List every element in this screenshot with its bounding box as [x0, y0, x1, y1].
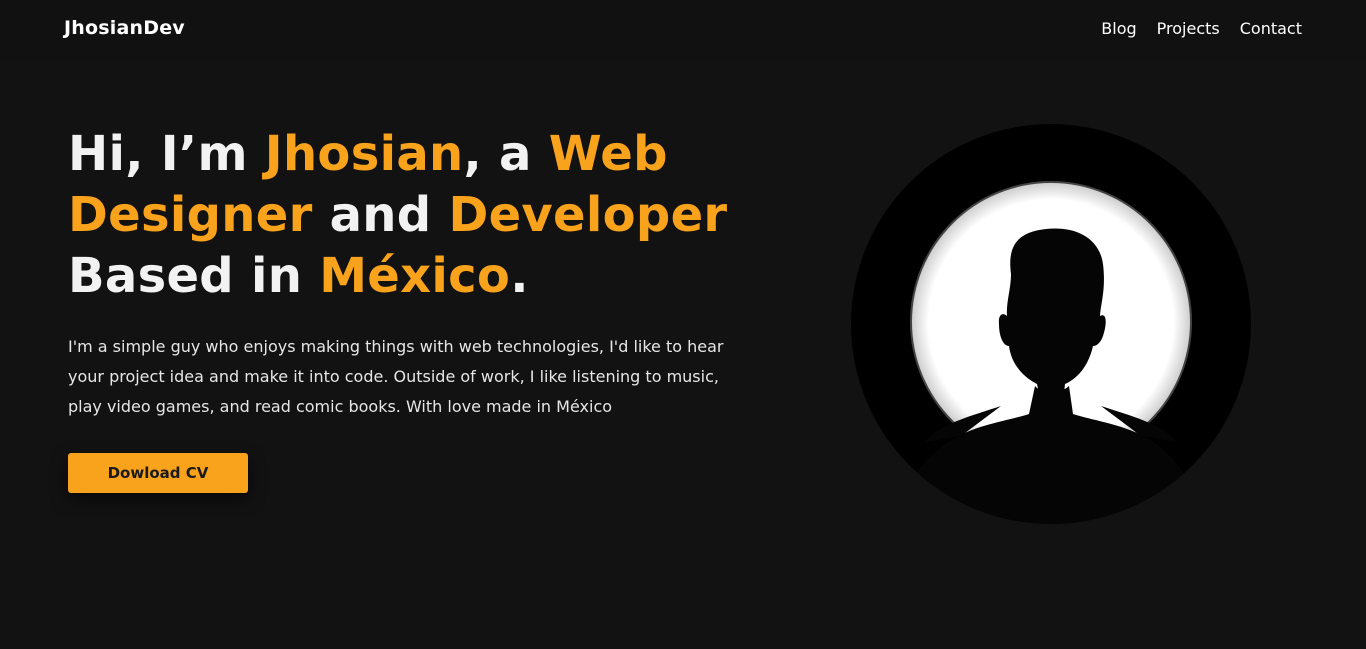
brand-logo[interactable]: JhosianDev: [64, 17, 185, 39]
headline-name: Jhosian: [264, 126, 464, 182]
nav-links: Blog Projects Contact: [1101, 19, 1302, 38]
nav-link-projects[interactable]: Projects: [1157, 19, 1220, 38]
headline-location: México: [319, 248, 511, 304]
headline-part: , a: [463, 126, 549, 182]
navbar: JhosianDev Blog Projects Contact: [0, 0, 1366, 60]
person-silhouette-icon: [851, 124, 1251, 524]
download-cv-button[interactable]: Dowload CV: [68, 453, 248, 493]
headline-role-developer: Developer: [448, 187, 728, 243]
profile-portrait: [851, 124, 1251, 524]
hero-bio: I'm a simple guy who enjoys making thing…: [68, 337, 724, 416]
nav-link-contact[interactable]: Contact: [1240, 19, 1302, 38]
headline-part: Hi, I’m: [68, 126, 265, 182]
headline-period: .: [510, 248, 529, 304]
nav-link-blog[interactable]: Blog: [1101, 19, 1136, 38]
hero-headline: Hi, I’m Jhosian, a Web Designer and Deve…: [68, 124, 788, 307]
headline-part: and: [312, 187, 449, 243]
headline-part: Based in: [68, 248, 320, 304]
